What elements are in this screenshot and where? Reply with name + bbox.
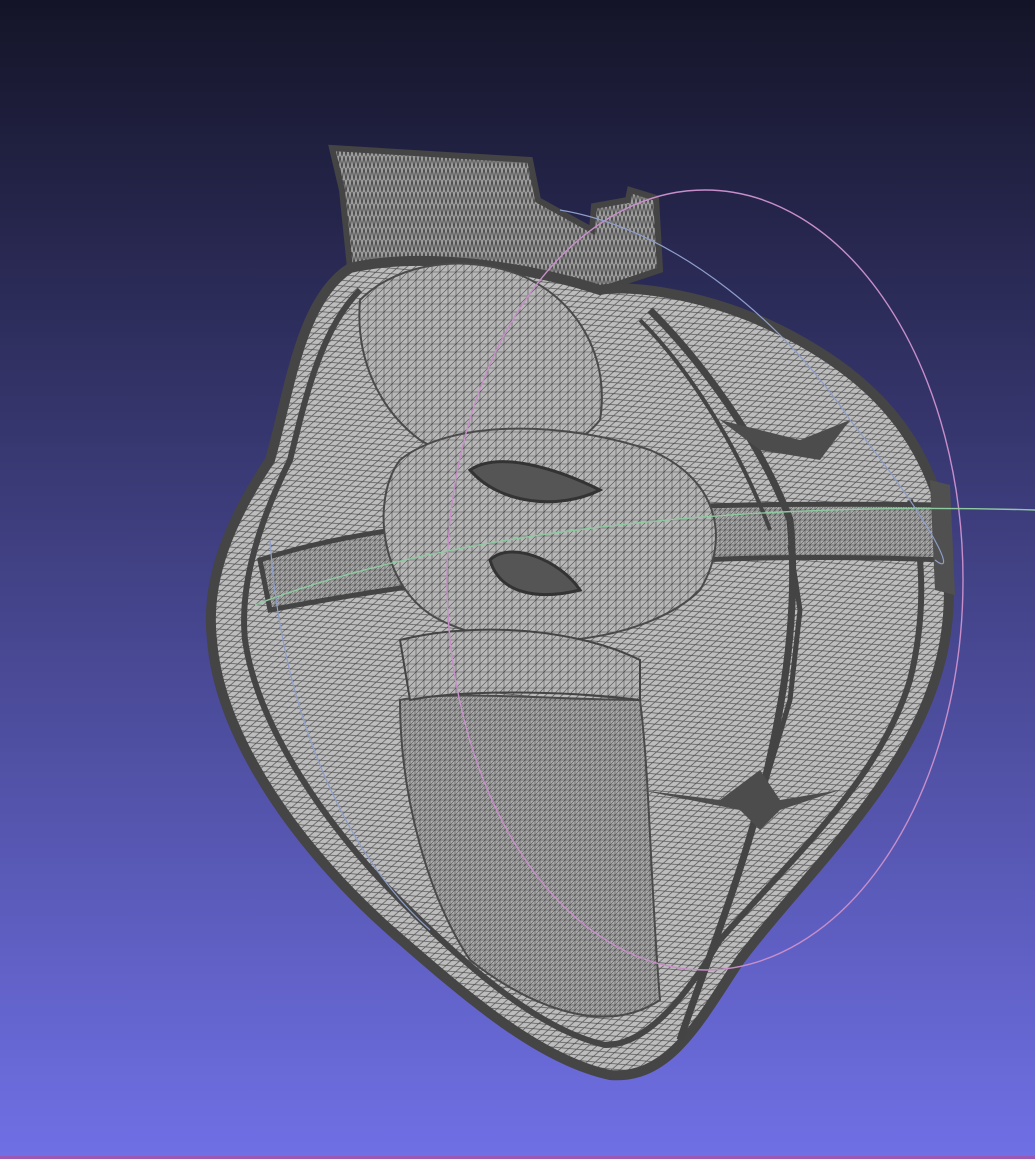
valve-ring-mesh	[382, 427, 717, 643]
viewport-canvas[interactable]	[0, 0, 1035, 1159]
3d-viewport[interactable]	[0, 0, 1035, 1159]
